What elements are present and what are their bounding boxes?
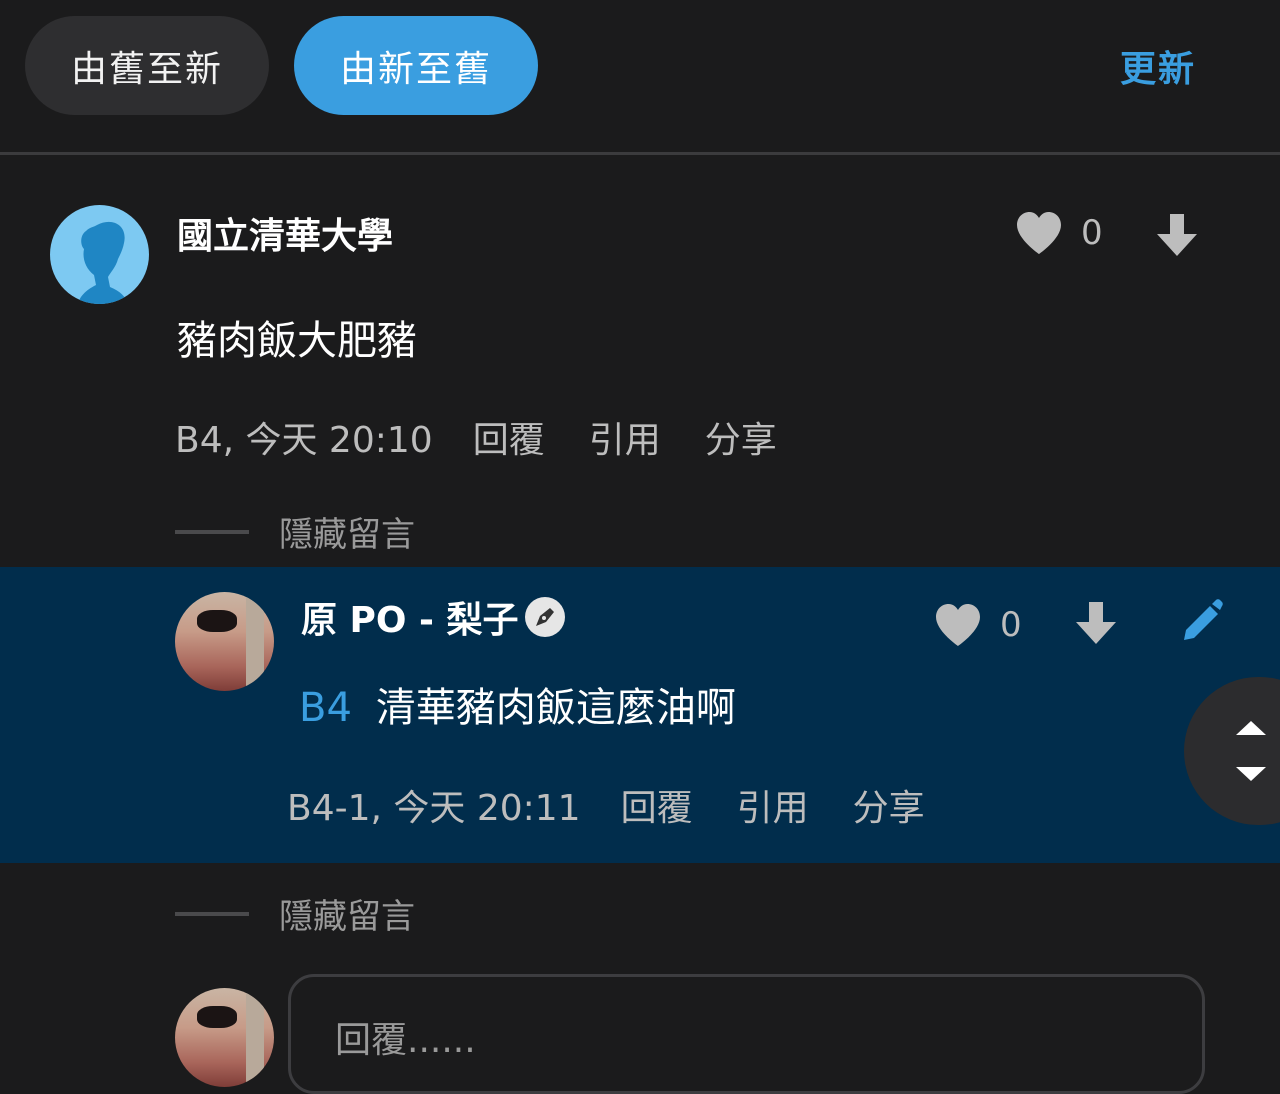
- sort-oldest-button[interactable]: 由舊至新: [25, 16, 269, 115]
- heart-icon[interactable]: [1015, 211, 1063, 255]
- reply-meta: B4-1, 今天 20:11 回覆 引用 分享: [287, 779, 969, 831]
- downvote-icon[interactable]: [1155, 212, 1199, 258]
- comment-b4: 國立清華大學 0 豬肉飯大肥豬 B4, 今天 20:10 回覆 引用 分享 隱藏…: [0, 155, 1280, 567]
- sort-bar: 由舊至新 由新至舊 更新: [0, 0, 1280, 154]
- comment-author[interactable]: 國立清華大學: [177, 207, 393, 259]
- edit-icon[interactable]: [1182, 598, 1224, 642]
- avatar: [175, 988, 274, 1087]
- refresh-button[interactable]: 更新: [1120, 40, 1196, 92]
- default-avatar-icon: [78, 221, 128, 304]
- quote-link[interactable]: 引用: [589, 411, 661, 463]
- reply-text: 清華豬肉飯這麼油啊: [375, 685, 736, 731]
- reply-floor-time: B4-1, 今天 20:11: [287, 788, 581, 829]
- downvote-icon[interactable]: [1074, 600, 1118, 646]
- reply-link[interactable]: 回覆: [473, 411, 545, 463]
- avatar[interactable]: [175, 592, 274, 691]
- reply-link[interactable]: 回覆: [621, 779, 693, 831]
- hide-label: 隱藏留言: [279, 515, 415, 555]
- comment-floor-time: B4, 今天 20:10: [175, 420, 433, 461]
- comment-text: 豬肉飯大肥豬: [177, 318, 417, 364]
- hide-line: [175, 529, 249, 534]
- reply-author-label: 原 PO - 梨子: [301, 600, 519, 641]
- share-link[interactable]: 分享: [853, 779, 925, 831]
- like-group: 0: [1015, 211, 1103, 255]
- hide-replies-toggle[interactable]: 隱藏留言: [175, 507, 415, 556]
- author-badge-icon: [524, 597, 565, 637]
- heart-icon[interactable]: [934, 603, 982, 647]
- share-link[interactable]: 分享: [705, 411, 777, 463]
- sort-newest-button[interactable]: 由新至舊: [294, 16, 538, 115]
- hide-line: [175, 911, 249, 916]
- hide-label: 隱藏留言: [279, 897, 415, 937]
- hide-replies-toggle[interactable]: 隱藏留言: [175, 889, 415, 938]
- avatar[interactable]: [50, 205, 149, 304]
- like-count: 0: [1000, 605, 1022, 645]
- reply-b4-1: 原 PO - 梨子 0 B4 清華豬肉飯這麼油啊 B4-1, 今天 20:11 回…: [0, 567, 1280, 863]
- quote-link[interactable]: 引用: [737, 779, 809, 831]
- reply-author[interactable]: 原 PO - 梨子: [301, 591, 565, 643]
- floor-tag-link[interactable]: B4: [299, 685, 352, 731]
- reply-content: B4 清華豬肉飯這麼油啊: [299, 675, 736, 733]
- like-count: 0: [1081, 213, 1103, 253]
- like-group: 0: [934, 603, 1022, 647]
- comment-meta: B4, 今天 20:10 回覆 引用 分享: [175, 411, 821, 463]
- reply-input[interactable]: [288, 974, 1205, 1094]
- scroll-updown-icon: [1236, 721, 1266, 781]
